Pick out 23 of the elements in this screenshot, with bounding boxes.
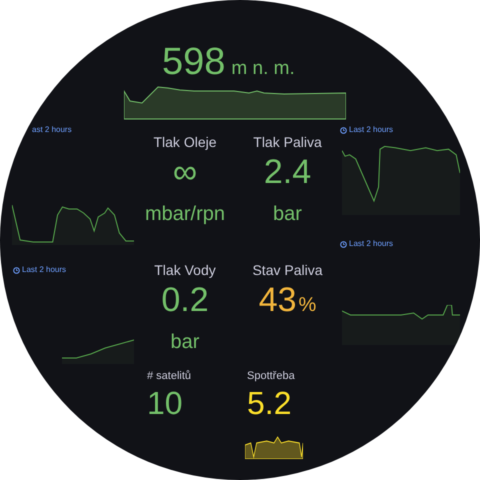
time-range-label[interactable]: Last 2 hours (349, 125, 394, 135)
stat-value: 43 (258, 280, 297, 321)
stat-title: Spottřeba (247, 369, 295, 383)
stat-value: ∞ (172, 152, 198, 193)
altitude-unit: m n. m. (231, 57, 295, 81)
stat-value: 2.4 (264, 152, 312, 193)
time-range-label[interactable]: Last 2 hours (349, 239, 394, 249)
stat-title: Tlak Oleje (153, 133, 217, 151)
sparkline-chart (62, 338, 134, 364)
stat-value: 0.2 (161, 280, 209, 321)
time-range-label[interactable]: Last 2 hours (22, 265, 66, 275)
stat-unit: mbar/rpn (144, 202, 226, 227)
altitude-value: 598 (162, 40, 226, 85)
time-range-label[interactable]: ast 2 hours (32, 125, 72, 135)
stat-title: Tlak Vody (154, 261, 216, 279)
stat-value: 5.2 (247, 384, 292, 423)
stat-value: 10 (147, 384, 183, 423)
stat-title: Stav Paliva (252, 261, 323, 279)
stat-unit: bar (170, 330, 200, 355)
stat-unit: % (298, 293, 316, 318)
stat-unit: bar (273, 202, 302, 227)
stat-title: # satelitů (147, 369, 192, 383)
stat-title: Tlak Paliva (253, 133, 322, 151)
